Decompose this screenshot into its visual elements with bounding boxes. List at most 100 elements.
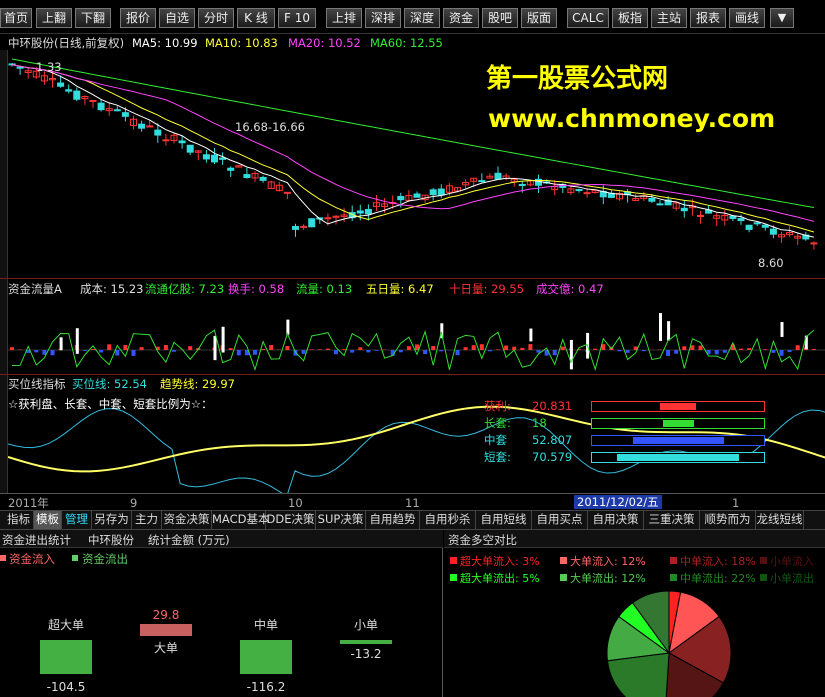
page-down-button[interactable]: 下翻 [75, 8, 111, 28]
flow-bar [560, 346, 565, 350]
tab-8[interactable]: DDE决策 [266, 511, 316, 529]
candle-body [729, 215, 737, 219]
flow-volume-bar [659, 313, 662, 341]
tab-4[interactable]: 另存为 [92, 511, 132, 529]
flow-volume-bar [59, 337, 63, 351]
flow-bar [99, 350, 104, 353]
tab-12[interactable]: 自用短线 [476, 511, 532, 529]
flow-bar [342, 349, 347, 350]
flow-bar [779, 350, 784, 356]
shenzhen-button[interactable]: 深排 [365, 8, 401, 28]
watermark-url: www.chnmoney.com [488, 104, 776, 133]
candle-body [494, 172, 502, 180]
flow-bar [747, 348, 752, 350]
tab-9[interactable]: SUP决策 [316, 511, 366, 529]
candle-body [478, 180, 486, 183]
flow-volume: 流量: 0.13 [296, 282, 353, 296]
home-button[interactable]: 首页 [0, 8, 32, 28]
flow-bar-label: 大单 [154, 641, 178, 655]
flow-bar [536, 350, 541, 353]
flow-bar [325, 348, 330, 350]
trend-line-value: 趋势线: 29.97 [160, 377, 235, 391]
flow-bar [431, 345, 436, 350]
candle-body [97, 102, 105, 111]
candle-body [761, 224, 769, 228]
index-button[interactable]: 板指 [612, 8, 648, 28]
depth-button[interactable]: 深度 [404, 8, 440, 28]
flow-volume-bar [221, 326, 225, 353]
forum-button[interactable]: 股吧 [482, 8, 518, 28]
tab-13[interactable]: 自用买点 [532, 511, 588, 529]
flow-bar [666, 350, 671, 356]
time-label: 9 [130, 496, 138, 510]
ratio-value: 18 [532, 416, 547, 430]
flow-bar [334, 350, 338, 355]
main-station-button[interactable]: 主站 [651, 8, 687, 28]
flow-bar [163, 345, 168, 350]
ratio-bar-fill [663, 420, 694, 427]
flow-bar [739, 348, 743, 350]
tab-6[interactable]: 资金决策 [162, 511, 212, 529]
flow-bar [285, 345, 290, 350]
pie-panel: 资金多空对比 超大单流入: 3% 大单流入: 12% 中单流入: 18% 小单流入 超… [444, 530, 825, 697]
page-up-button[interactable]: 上翻 [36, 8, 72, 28]
ma5-label: MA5: 10.99 [132, 36, 198, 50]
candle-body [186, 144, 194, 153]
tab-7[interactable]: MACD基本 [212, 511, 269, 529]
candle-body [429, 189, 437, 196]
ma20-label: MA20: 10.52 [288, 36, 361, 50]
flow-volume-bar [75, 328, 79, 354]
flow-bar-2 [140, 624, 192, 636]
flow-bar [350, 350, 355, 353]
flow-bar [228, 348, 233, 350]
layout-button[interactable]: 版面 [521, 8, 557, 28]
flow-five-day: 五日量: 6.47 [366, 282, 434, 296]
tab-10[interactable]: 自用趋势 [366, 511, 420, 529]
tab-15[interactable]: 三重决策 [644, 511, 700, 529]
tab-3[interactable]: 管理 [62, 511, 92, 529]
candle-body [397, 196, 405, 201]
tab-11[interactable]: 自用秒杀 [420, 511, 476, 529]
flow-bar [690, 345, 695, 350]
intraday-button[interactable]: 分时 [198, 8, 234, 28]
tab-17[interactable]: 龙线短线 [756, 511, 804, 529]
flow-bar [358, 347, 363, 350]
flow-bar [91, 349, 95, 350]
flow-bar [10, 347, 14, 350]
candle-body [73, 90, 81, 100]
dropdown-icon[interactable]: ▼ [770, 8, 794, 28]
tab-5[interactable]: 主力 [132, 511, 162, 529]
flow-bar [641, 350, 646, 352]
flow-bar [714, 350, 719, 355]
stock-title: 中环股份(日线,前复权) [8, 36, 125, 50]
draw-line-button[interactable]: 画线 [729, 8, 765, 28]
tab-2[interactable]: 模板 [34, 511, 62, 529]
time-label: 10 [288, 496, 303, 510]
time-label: 2011年 [8, 496, 49, 510]
calc-button[interactable]: CALC [567, 8, 609, 28]
report-button[interactable]: 报表 [690, 8, 726, 28]
funds-button[interactable]: 资金 [443, 8, 479, 28]
flow-deal: 成交億: 0.47 [536, 282, 604, 296]
candle-body [648, 197, 656, 202]
watchlist-button[interactable]: 自选 [159, 8, 195, 28]
quote-button[interactable]: 报价 [120, 8, 156, 28]
divider [0, 374, 825, 375]
flow-bar [811, 348, 816, 350]
candle-body [259, 176, 267, 181]
watermark-title: 第一股票公式网 [486, 64, 669, 94]
flow-stats-panel: 资金进出统计 中环股份 统计金额 (万元) 资金流入 资金流出 超大单 -104.… [0, 530, 443, 697]
tab-14[interactable]: 自用决策 [588, 511, 644, 529]
tab-16[interactable]: 顺势而为 [700, 511, 756, 529]
shanghai-button[interactable]: 上排 [326, 8, 362, 28]
tab-1[interactable]: 指标 [4, 511, 34, 529]
flow-turnover: 换手: 0.58 [228, 282, 285, 296]
candle-body [745, 224, 753, 230]
flow-bar [261, 349, 266, 350]
flow-bar-value: -13.2 [350, 647, 381, 661]
candle-body [292, 226, 299, 230]
flow-bar-value: 29.8 [153, 608, 180, 622]
kline-button[interactable]: K 线 [237, 8, 275, 28]
flow-bar [301, 350, 306, 354]
f10-button[interactable]: F 10 [278, 8, 316, 28]
